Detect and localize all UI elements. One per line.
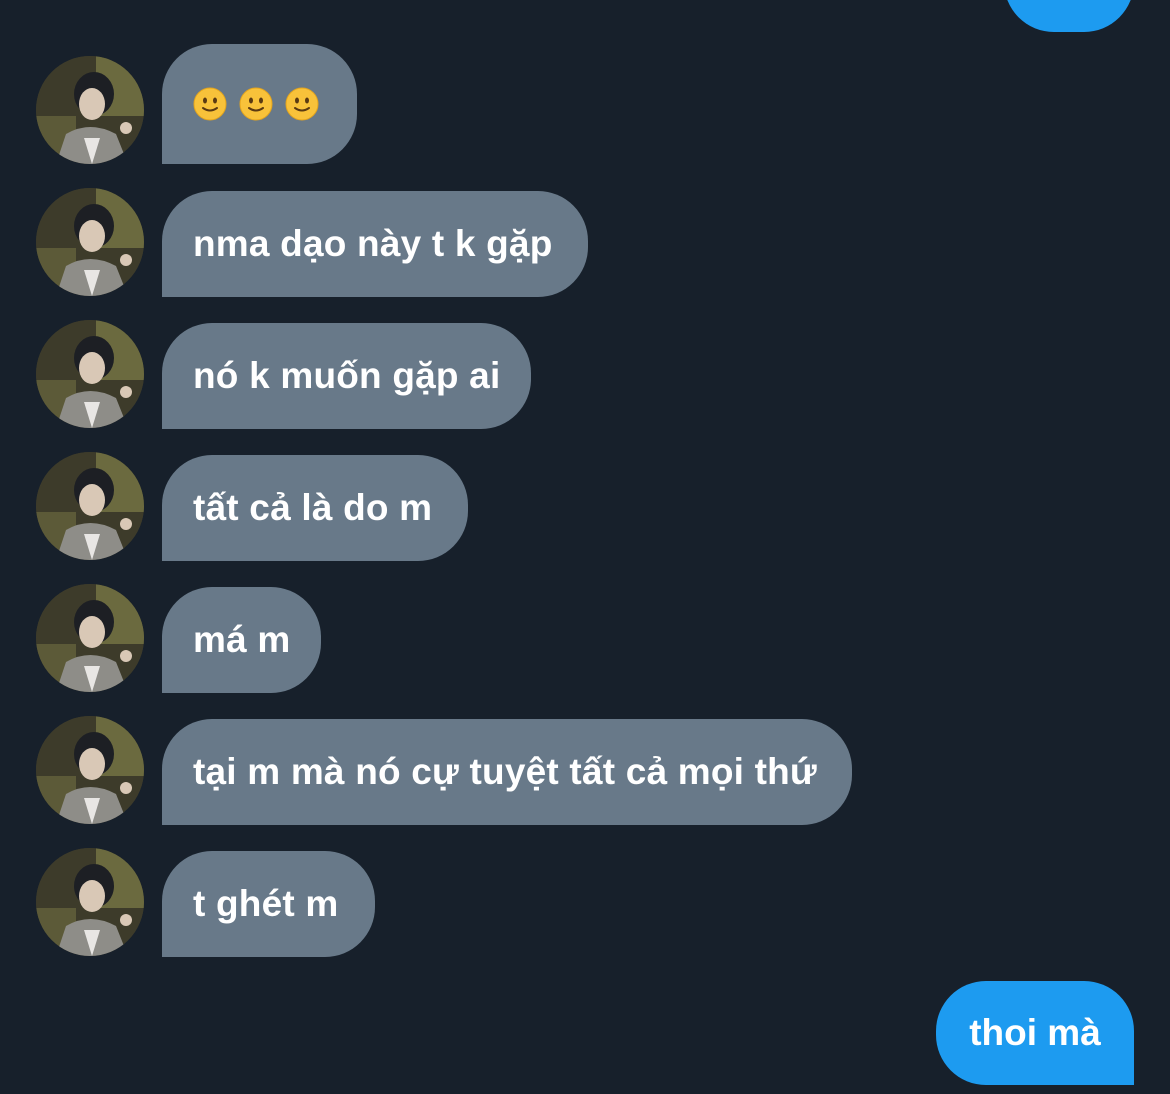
- incoming-message-bubble[interactable]: tại m mà nó cự tuyệt tất cả mọi thứ: [162, 719, 852, 825]
- avatar-photo-icon: [36, 584, 144, 692]
- message-text: thoi mà: [969, 1012, 1101, 1053]
- avatar-photo-icon: [36, 320, 144, 428]
- incoming-message-bubble[interactable]: nma dạo này t k gặp: [162, 191, 588, 297]
- incoming-message-bubble[interactable]: t ghét m: [162, 851, 375, 957]
- contact-avatar[interactable]: [36, 56, 144, 164]
- previous-outgoing-bubble[interactable]: [1004, 0, 1134, 32]
- chat-thread: nma dạo này t k gặp nó k muốn gặp ai tất…: [0, 0, 1170, 1094]
- avatar-photo-icon: [36, 56, 144, 164]
- avatar-photo-icon: [36, 716, 144, 824]
- message-text: má m: [193, 619, 291, 660]
- message-text: t ghét m: [193, 883, 339, 924]
- contact-avatar[interactable]: [36, 320, 144, 428]
- outgoing-message-bubble[interactable]: thoi mà: [936, 981, 1134, 1085]
- incoming-message-bubble[interactable]: nó k muốn gặp ai: [162, 323, 531, 429]
- message-text: nma dạo này t k gặp: [193, 223, 553, 264]
- avatar-photo-icon: [36, 452, 144, 560]
- message-text: tất cả là do m: [193, 487, 433, 528]
- contact-avatar[interactable]: [36, 584, 144, 692]
- message-text: tại m mà nó cự tuyệt tất cả mọi thứ: [193, 751, 817, 792]
- avatar-photo-icon: [36, 848, 144, 956]
- slightly-smiling-face-icon: [193, 87, 227, 121]
- incoming-message-bubble[interactable]: má m: [162, 587, 321, 693]
- avatar-photo-icon: [36, 188, 144, 296]
- contact-avatar[interactable]: [36, 848, 144, 956]
- incoming-message-bubble[interactable]: tất cả là do m: [162, 455, 468, 561]
- contact-avatar[interactable]: [36, 188, 144, 296]
- slightly-smiling-face-icon: [239, 87, 273, 121]
- slightly-smiling-face-icon: [285, 87, 319, 121]
- message-text: nó k muốn gặp ai: [193, 355, 501, 396]
- incoming-message-bubble[interactable]: [162, 44, 357, 164]
- emoji-group: [193, 87, 319, 121]
- contact-avatar[interactable]: [36, 452, 144, 560]
- contact-avatar[interactable]: [36, 716, 144, 824]
